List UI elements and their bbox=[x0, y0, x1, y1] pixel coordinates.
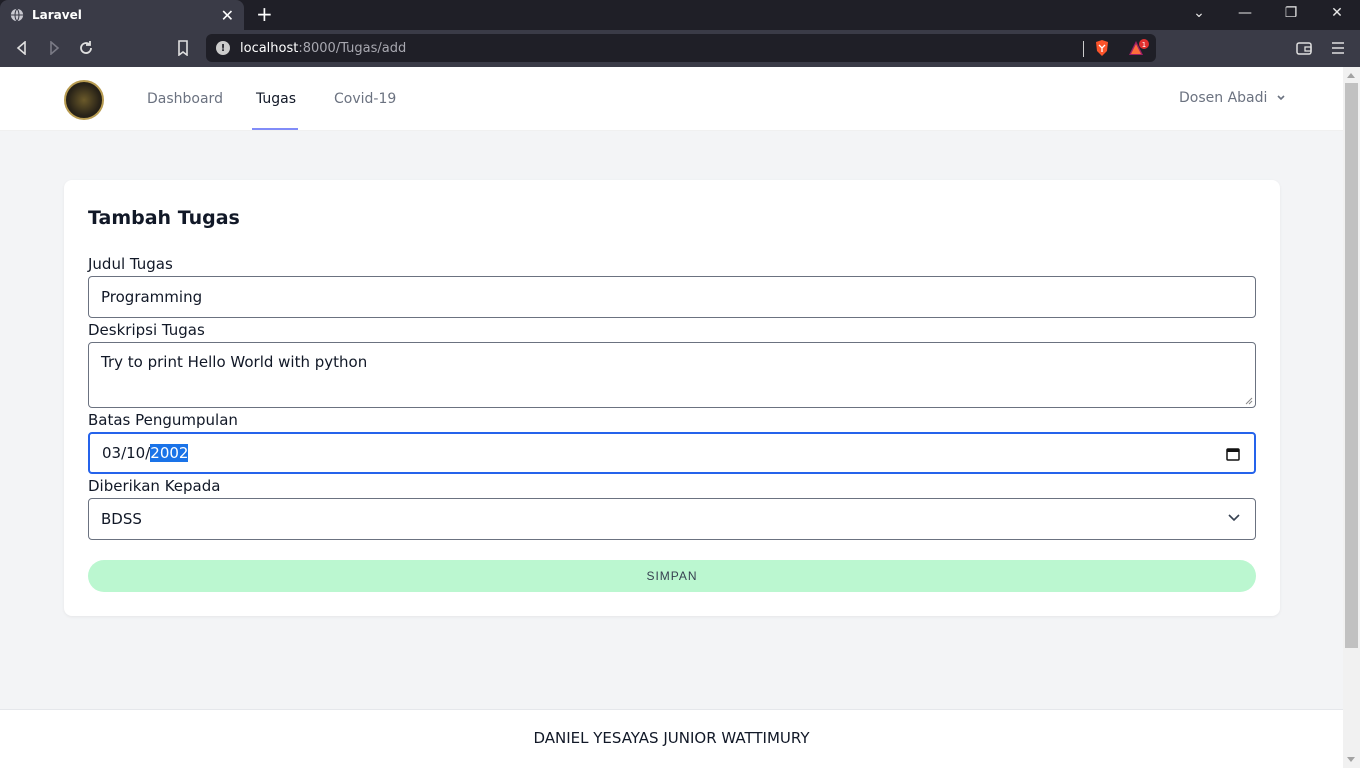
browser-tab[interactable]: Laravel ✕ bbox=[0, 0, 244, 30]
nav-covid[interactable]: Covid-19 bbox=[334, 91, 396, 107]
site-info-icon[interactable]: ! bbox=[216, 41, 230, 55]
address-bar[interactable]: ! localhost:8000/Tugas/add 1 bbox=[206, 34, 1156, 62]
diberikan-select[interactable]: BDSS bbox=[88, 498, 1256, 540]
batas-date-year: 2002 bbox=[150, 444, 189, 462]
calendar-icon[interactable] bbox=[1226, 447, 1240, 461]
nav-dashboard[interactable]: Dashboard bbox=[147, 91, 223, 107]
nav-tugas[interactable]: Tugas bbox=[256, 91, 296, 107]
app-navbar: Dashboard Tugas Covid-19 Dosen Abadi bbox=[0, 67, 1343, 131]
scroll-down-icon[interactable] bbox=[1347, 757, 1355, 762]
reload-icon[interactable] bbox=[77, 39, 95, 57]
active-nav-indicator bbox=[252, 128, 298, 130]
batas-date-prefix: 03/10/ bbox=[102, 444, 151, 462]
add-task-card: Tambah Tugas Judul Tugas Programming Des… bbox=[64, 180, 1280, 616]
window-close-icon[interactable]: ✕ bbox=[1327, 5, 1347, 21]
wallet-icon[interactable] bbox=[1295, 39, 1313, 57]
tab-close-icon[interactable]: ✕ bbox=[221, 6, 234, 25]
globe-icon bbox=[10, 8, 24, 22]
user-name: Dosen Abadi bbox=[1179, 90, 1268, 106]
restore-icon[interactable]: ❐ bbox=[1281, 5, 1301, 21]
diberikan-value: BDSS bbox=[101, 510, 142, 528]
judul-value: Programming bbox=[101, 288, 203, 306]
scroll-thumb[interactable] bbox=[1345, 83, 1358, 648]
batas-label: Batas Pengumpulan bbox=[88, 411, 238, 429]
forward-icon[interactable] bbox=[45, 39, 63, 57]
diberikan-label: Diberikan Kepada bbox=[88, 477, 221, 495]
new-tab-icon[interactable]: + bbox=[256, 4, 273, 24]
user-menu[interactable]: Dosen Abadi bbox=[1179, 90, 1286, 106]
url-divider bbox=[1083, 41, 1084, 57]
tab-title: Laravel bbox=[32, 8, 82, 22]
url-path: :8000/Tugas/add bbox=[298, 40, 407, 56]
bookmark-icon[interactable] bbox=[174, 39, 192, 57]
deskripsi-value: Try to print Hello World with python bbox=[101, 353, 368, 371]
page-scrollbar[interactable] bbox=[1343, 67, 1360, 768]
chevron-down-icon bbox=[1228, 514, 1240, 522]
page-title: Tambah Tugas bbox=[88, 207, 240, 229]
simpan-button[interactable]: SIMPAN bbox=[88, 560, 1256, 592]
page-footer: DANIEL YESAYAS JUNIOR WATTIMURY bbox=[0, 709, 1343, 768]
brave-shield-icon[interactable] bbox=[1094, 39, 1110, 61]
chevron-down-icon bbox=[1277, 95, 1285, 101]
menu-icon[interactable] bbox=[1329, 39, 1347, 57]
back-icon[interactable] bbox=[13, 39, 31, 57]
deskripsi-textarea[interactable]: Try to print Hello World with python bbox=[88, 342, 1256, 408]
resize-handle-icon[interactable] bbox=[1245, 397, 1253, 405]
browser-tabstrip: Laravel ✕ + ⌄ — ❐ ✕ bbox=[0, 0, 1360, 30]
tab-list-chevron-icon[interactable]: ⌄ bbox=[1189, 5, 1209, 21]
judul-label: Judul Tugas bbox=[88, 255, 173, 273]
deskripsi-label: Deskripsi Tugas bbox=[88, 321, 205, 339]
browser-toolbar: ! localhost:8000/Tugas/add 1 bbox=[0, 30, 1360, 67]
brave-rewards-icon[interactable]: 1 bbox=[1128, 39, 1150, 61]
scroll-up-icon[interactable] bbox=[1347, 73, 1355, 78]
footer-author: DANIEL YESAYAS JUNIOR WATTIMURY bbox=[533, 729, 810, 747]
judul-input[interactable]: Programming bbox=[88, 276, 1256, 318]
minimize-icon[interactable]: — bbox=[1235, 5, 1255, 21]
university-logo[interactable] bbox=[64, 80, 104, 120]
url-host: localhost bbox=[240, 40, 299, 56]
svg-text:1: 1 bbox=[1142, 41, 1146, 49]
batas-date-input[interactable]: 03/10/2002 bbox=[88, 432, 1256, 474]
